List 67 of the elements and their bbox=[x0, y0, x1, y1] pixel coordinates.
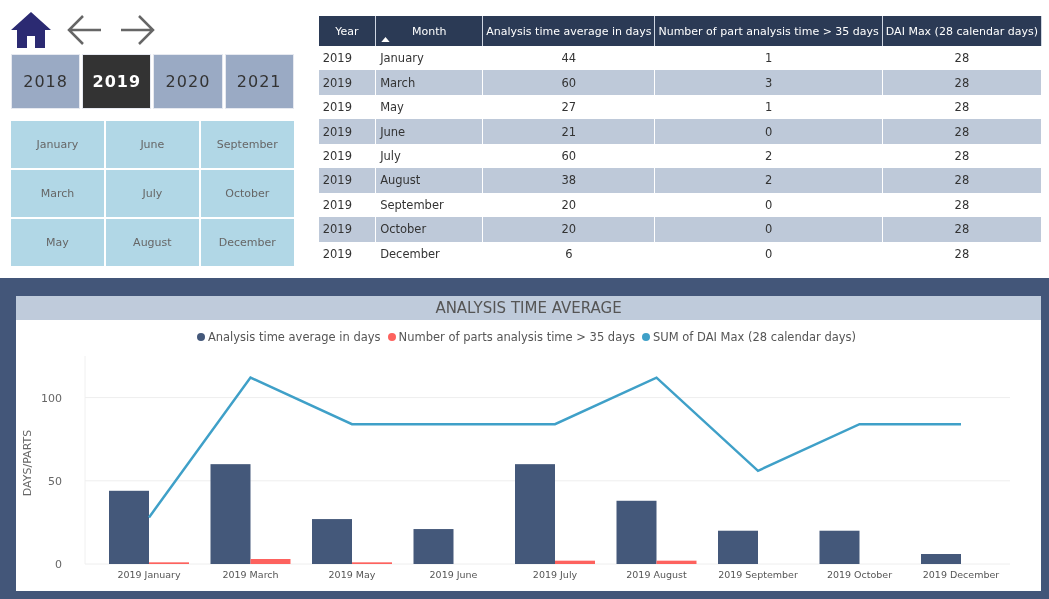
table-cell: 2019 bbox=[318, 168, 376, 193]
month-tile[interactable]: July bbox=[105, 170, 199, 217]
year-tile[interactable]: 2018 bbox=[11, 54, 81, 109]
table-cell: 28 bbox=[882, 217, 1042, 242]
forward-arrow-icon[interactable] bbox=[119, 14, 155, 46]
table-cell: October bbox=[375, 217, 483, 242]
x-tick-label: 2019 January bbox=[117, 569, 181, 580]
column-header[interactable]: Year bbox=[318, 16, 376, 46]
bar bbox=[718, 530, 758, 564]
bar bbox=[413, 529, 454, 564]
bar bbox=[819, 530, 860, 564]
table-cell: 28 bbox=[882, 241, 1042, 266]
table-cell: 21 bbox=[482, 119, 655, 144]
table-cell: 3 bbox=[654, 70, 883, 95]
table-cell: 60 bbox=[482, 70, 655, 95]
legend-label: Analysis time average in days bbox=[207, 330, 381, 344]
table-cell: 0 bbox=[654, 241, 883, 266]
y-axis-title: DAYS/PARTS bbox=[21, 429, 34, 497]
table-cell: March bbox=[375, 70, 483, 95]
table-cell: 0 bbox=[654, 119, 883, 144]
x-tick-label: 2019 June bbox=[429, 569, 478, 580]
y-tick-label: 100 bbox=[41, 391, 62, 405]
x-tick-label: 2019 October bbox=[826, 569, 893, 580]
table-cell: August bbox=[375, 168, 483, 193]
column-header[interactable]: DAI Max (28 calendar days) bbox=[882, 16, 1042, 46]
month-tile[interactable]: June bbox=[105, 121, 199, 168]
chart-title: ANALYSIS TIME AVERAGE bbox=[16, 296, 1041, 320]
table-cell: 2019 bbox=[318, 217, 376, 242]
table-cell: 0 bbox=[654, 217, 883, 242]
month-tile[interactable]: September bbox=[200, 121, 294, 168]
table-cell: 28 bbox=[882, 70, 1042, 95]
x-tick-label: 2019 August bbox=[626, 569, 687, 580]
x-tick-label: 2019 December bbox=[922, 569, 1000, 580]
column-header[interactable]: Number of part analysis time > 35 days bbox=[654, 16, 883, 46]
table-cell: 6 bbox=[482, 241, 655, 266]
table-cell: 2019 bbox=[318, 119, 376, 144]
month-tile[interactable]: December bbox=[200, 219, 294, 266]
table-cell: 2019 bbox=[318, 241, 376, 266]
back-arrow-icon[interactable] bbox=[67, 14, 103, 46]
table-cell: 38 bbox=[482, 168, 655, 193]
y-tick-label: 50 bbox=[48, 474, 62, 488]
table-cell: 2 bbox=[654, 168, 883, 193]
table-cell: 20 bbox=[482, 217, 655, 242]
legend-label: Number of parts analysis time > 35 days bbox=[398, 330, 635, 344]
year-tile[interactable]: 2021 bbox=[224, 54, 294, 109]
home-icon[interactable] bbox=[11, 12, 51, 48]
table-cell: December bbox=[375, 241, 483, 266]
x-tick-label: 2019 March bbox=[222, 569, 279, 580]
table-cell: 2019 bbox=[318, 70, 376, 95]
month-tile[interactable]: March bbox=[11, 170, 104, 217]
year-tile[interactable]: 2020 bbox=[153, 54, 223, 109]
month-tile[interactable]: August bbox=[105, 219, 199, 266]
year-tile[interactable]: 2019 bbox=[82, 54, 152, 109]
x-tick-label: 2019 May bbox=[328, 569, 376, 580]
legend-label: SUM of DAI Max (28 calendar days) bbox=[653, 330, 857, 344]
table-cell: June bbox=[375, 119, 483, 144]
column-header[interactable]: Analysis time average in days bbox=[482, 16, 655, 46]
x-tick-label: 2019 July bbox=[532, 569, 578, 580]
bar bbox=[921, 554, 961, 564]
column-header[interactable]: Month bbox=[375, 16, 483, 46]
table-cell: 28 bbox=[882, 168, 1042, 193]
table-cell: 28 bbox=[882, 119, 1042, 144]
y-tick-label: 0 bbox=[55, 558, 62, 571]
x-tick-label: 2019 September bbox=[718, 569, 798, 580]
month-tile[interactable]: May bbox=[11, 219, 104, 266]
month-tile[interactable]: January bbox=[11, 121, 104, 168]
month-tile[interactable]: October bbox=[200, 170, 294, 217]
